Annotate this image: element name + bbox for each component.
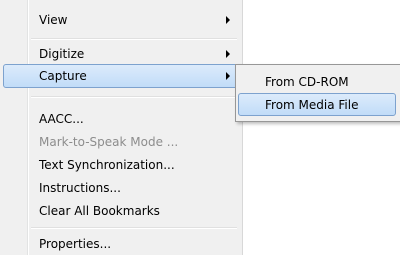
menu-item-label: Clear All Bookmarks <box>39 204 160 218</box>
menu-item-label: Digitize <box>39 47 85 61</box>
menu-item-clear-all-bookmarks[interactable]: Clear All Bookmarks <box>3 199 238 223</box>
submenu-item-label: From Media File <box>265 98 359 112</box>
menu-item-label: View <box>39 13 68 27</box>
menu-item-label: Text Synchronization... <box>39 158 175 172</box>
menu-item-capture[interactable]: Capture <box>3 64 238 88</box>
submenu-arrow-icon <box>226 72 230 80</box>
menu-separator <box>31 96 237 98</box>
menu-item-properties[interactable]: Properties... <box>3 232 238 256</box>
submenu-item-from-media-file[interactable]: From Media File <box>238 93 396 116</box>
submenu-arrow-icon <box>226 50 230 58</box>
menu-item-label: AACC... <box>39 112 84 126</box>
menu-item-instructions[interactable]: Instructions... <box>3 176 238 200</box>
capture-submenu: From CD-ROM From Media File <box>235 64 400 122</box>
menu-item-mark-to-speak-mode: Mark-to-Speak Mode ... <box>3 130 238 154</box>
menu-item-label: Capture <box>39 69 87 83</box>
menu-item-label: Mark-to-Speak Mode ... <box>39 135 179 149</box>
menu-item-label: Properties... <box>39 237 112 251</box>
menu-item-label: Instructions... <box>39 181 121 195</box>
menu-item-view[interactable]: View <box>3 8 238 32</box>
menu-item-text-synchronization[interactable]: Text Synchronization... <box>3 153 238 177</box>
submenu-item-from-cd-rom[interactable]: From CD-ROM <box>238 70 396 93</box>
menu-item-aacc[interactable]: AACC... <box>3 107 238 131</box>
menu-separator <box>31 227 237 229</box>
menu-item-digitize[interactable]: Digitize <box>3 42 238 66</box>
submenu-arrow-icon <box>226 16 230 24</box>
menu-separator <box>31 38 237 40</box>
context-menu: View Digitize Capture AACC... Mark-to-Sp… <box>0 0 243 255</box>
submenu-item-label: From CD-ROM <box>265 75 349 89</box>
